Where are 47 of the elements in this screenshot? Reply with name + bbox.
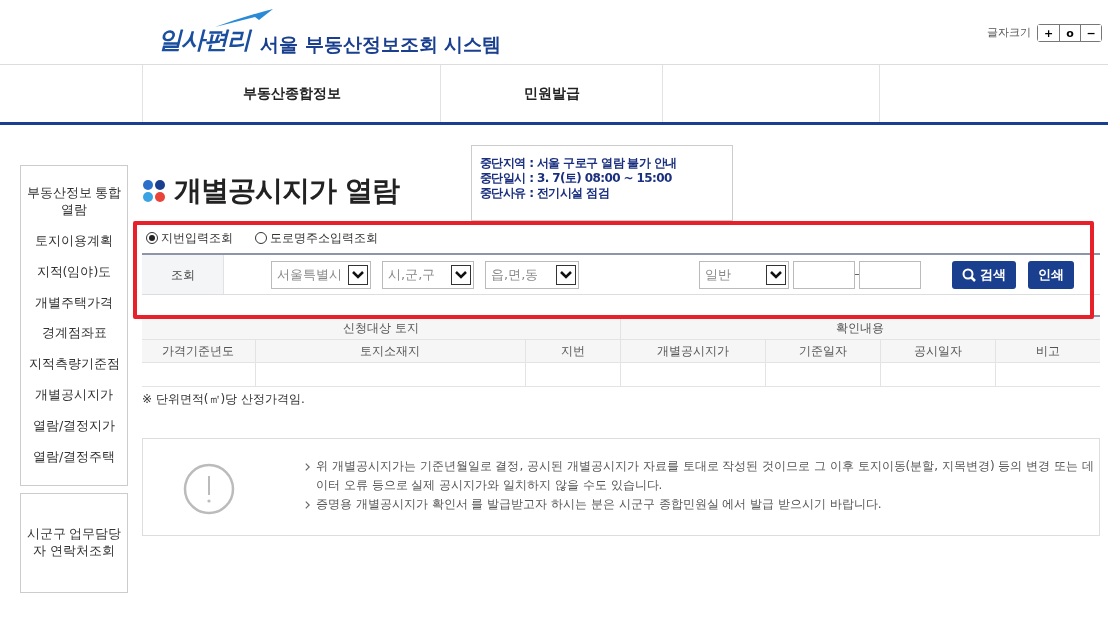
sidebar-link[interactable]: 개별공시지가 — [21, 380, 127, 411]
radio-label[interactable]: 도로명주소입력조회 — [270, 229, 378, 247]
select-field[interactable]: 읍,면,동 — [485, 260, 579, 289]
radio-label[interactable]: 지번입력조회 — [161, 229, 233, 247]
sidebar-link[interactable]: 지적(임야)도 — [21, 256, 127, 288]
text-field[interactable] — [859, 260, 921, 289]
dots-icon — [142, 179, 166, 203]
chevron-down-icon — [348, 264, 368, 285]
exclamation-icon — [183, 462, 235, 515]
logo-text[interactable]: 일사편리 — [158, 22, 250, 58]
font-size-label: 글자크기 — [987, 24, 1031, 41]
unit-note: ※ 단위면적(㎡)당 산정가격임. — [142, 390, 306, 408]
search-icon — [962, 267, 976, 282]
font-size-button[interactable]: − — [1080, 25, 1101, 41]
info-text: 위 개별공시지가는 기준년월일로 결정, 공시된 개별공시지가 자료를 토대로 작성된 것이므로 그 이후 토지이동(분할, 지목변경) 등의 변경 또는 데이터 오류 등으로 실제 공시지가와 일치하지 않을 수도 있습니다. — [316, 457, 1095, 494]
column-header: 기준일자 — [765, 339, 880, 362]
sidebar-link[interactable]: 시군구 업무담당자 연락처조회 — [21, 518, 127, 567]
search-label: 조회 — [142, 255, 224, 294]
select-field[interactable]: 서울특별시 — [271, 260, 371, 289]
search-button[interactable]: 검색 — [952, 260, 1016, 289]
notice-line: 중단사유 : 전기시설 점검 — [480, 186, 610, 201]
sidebar-link[interactable]: 부동산정보 통합 열람 — [21, 178, 127, 226]
sidebar-link[interactable]: 지적측량기준점 — [21, 349, 127, 381]
column-header: 토지소재지 — [255, 339, 525, 362]
sidebar-link[interactable]: 경계점좌표 — [21, 318, 127, 350]
sidebar-link[interactable]: 토지이용계획 — [21, 225, 127, 257]
info-text: 증명용 개별공시지가 확인서 를 발급받고자 하시는 분은 시군구 종합민원실 에서 발급 받으시기 바랍니다. — [316, 495, 882, 513]
select-field[interactable]: 일반 — [699, 260, 789, 289]
column-header: 개별공시지가 — [620, 339, 765, 362]
sidebar-link[interactable]: 개별주택가격 — [21, 287, 127, 319]
column-header: 공시일자 — [880, 339, 995, 362]
select-field[interactable]: 시,군,구 — [382, 260, 474, 289]
page-title: 개별공시지가 열람 — [174, 174, 399, 208]
print-button[interactable]: 인쇄 — [1028, 260, 1074, 289]
sidebar-link[interactable]: 열람/결정주택 — [21, 441, 127, 473]
paper-plane-icon — [215, 8, 275, 28]
notice-line: 중단지역 : 서울 구로구 열람 불가 안내 — [480, 156, 678, 171]
system-title: 서울 부동산정보조회 시스템 — [260, 31, 502, 57]
chevron-right-icon — [305, 462, 310, 471]
notice-line: 중단일시 : 3. 7(토) 08:00 ~ 15:00 — [480, 171, 673, 186]
chevron-down-icon — [766, 264, 786, 285]
column-header: 가격기준년도 — [142, 339, 255, 362]
sidebar-link[interactable]: 열람/결정지가 — [21, 411, 127, 442]
chevron-right-icon — [305, 500, 310, 509]
chevron-down-icon — [451, 264, 471, 285]
text-field[interactable] — [793, 260, 855, 289]
chevron-down-icon — [556, 264, 576, 285]
